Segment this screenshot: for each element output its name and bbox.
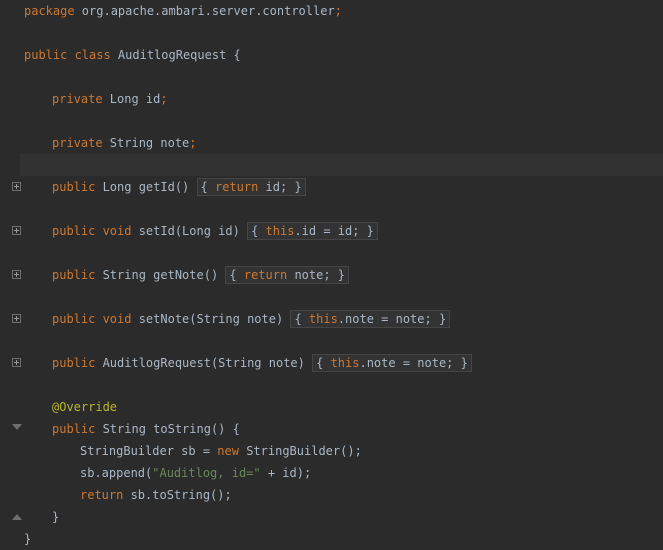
code-line-close-class: }	[24, 528, 663, 550]
keyword: return	[80, 488, 124, 502]
keyword: public	[52, 268, 96, 282]
semicolon: ;	[189, 136, 197, 150]
string-literal: "Auditlog, id="	[152, 466, 261, 480]
class-name: AuditlogRequest {	[110, 48, 241, 62]
body-text: .note = note; }	[337, 312, 447, 326]
code-line-close-method: }	[52, 506, 663, 528]
folded-body[interactable]: { this.id = id; }	[247, 222, 378, 240]
code-line-override: @Override	[52, 396, 663, 418]
code-text: sb.append(	[80, 466, 153, 480]
keyword: public	[52, 356, 96, 370]
code-line-sb-decl: StringBuilder sb = new StringBuilder();	[80, 440, 663, 462]
keyword: this	[330, 356, 360, 370]
code-line-tostring: public String toString() {	[52, 418, 663, 440]
body-text: id; }	[258, 180, 302, 194]
field-decl: Long id	[102, 92, 161, 106]
brace: }	[24, 532, 32, 546]
folded-body[interactable]: { return id; }	[196, 178, 306, 196]
keyword: package	[24, 4, 75, 18]
brace: }	[52, 510, 60, 524]
code-line-package: package org.apache.ambari.server.control…	[24, 0, 663, 22]
code-text: + id);	[260, 466, 312, 480]
keyword: public void	[52, 224, 132, 238]
keyword: new	[217, 444, 239, 458]
folded-body[interactable]: { this.note = note; }	[312, 354, 472, 372]
code-text: StringBuilder sb =	[80, 444, 218, 458]
annotation: @Override	[52, 400, 118, 414]
semicolon: ;	[334, 4, 342, 18]
keyword: public void	[52, 312, 132, 326]
keyword: public	[52, 422, 96, 436]
body-text: .note = note; }	[359, 356, 468, 370]
code-line-getnote: public String getNote() { return note; }	[52, 264, 663, 286]
folded-body[interactable]: { return note; }	[225, 266, 350, 284]
body-text: .id = id; }	[294, 224, 374, 238]
fold-end-icon[interactable]	[12, 512, 22, 520]
code-line-setnote: public void setNote(String note) { this.…	[52, 308, 663, 330]
package-name: org.apache.ambari.server.controller	[74, 4, 335, 18]
code-line-class-decl: public class AuditlogRequest {	[24, 44, 663, 66]
code-line-getid: public Long getId() { return id; }	[52, 176, 663, 198]
keyword: public	[52, 180, 96, 194]
code-text: StringBuilder();	[238, 444, 362, 458]
method-signature: String toString() {	[95, 422, 240, 436]
code-line-return: return sb.toString();	[80, 484, 663, 506]
method-signature: setId(Long id)	[131, 224, 248, 238]
method-signature: setNote(String note)	[131, 312, 291, 326]
keyword: this	[308, 312, 338, 326]
expand-fold-icon[interactable]	[12, 358, 21, 367]
code-line-setid: public void setId(Long id) { this.id = i…	[52, 220, 663, 242]
body-text: note; }	[287, 268, 346, 282]
expand-fold-icon[interactable]	[12, 182, 21, 191]
code-line-field-note: private String note;	[52, 132, 663, 154]
keyword: return	[214, 180, 259, 194]
code-line-field-id: private Long id;	[52, 88, 663, 110]
caret-line[interactable]	[20, 154, 663, 176]
folded-body[interactable]: { this.note = note; }	[290, 310, 451, 328]
field-decl: String note	[102, 136, 190, 150]
keyword: private	[52, 92, 103, 106]
expand-fold-icon[interactable]	[12, 226, 21, 235]
method-signature: String getNote()	[95, 268, 226, 282]
method-signature: Long getId()	[95, 180, 197, 194]
code-text: sb.toString();	[123, 488, 232, 502]
keyword: return	[243, 268, 288, 282]
semicolon: ;	[160, 92, 168, 106]
method-signature: AuditlogRequest(String note)	[95, 356, 313, 370]
code-line-constructor: public AuditlogRequest(String note) { th…	[52, 352, 663, 374]
keyword: public class	[24, 48, 111, 62]
code-editor[interactable]: package org.apache.ambari.server.control…	[0, 0, 663, 550]
keyword: private	[52, 136, 103, 150]
keyword: this	[265, 224, 295, 238]
collapse-fold-icon[interactable]	[12, 424, 22, 432]
expand-fold-icon[interactable]	[12, 314, 21, 323]
code-line-append: sb.append("Auditlog, id=" + id);	[80, 462, 663, 484]
expand-fold-icon[interactable]	[12, 270, 21, 279]
